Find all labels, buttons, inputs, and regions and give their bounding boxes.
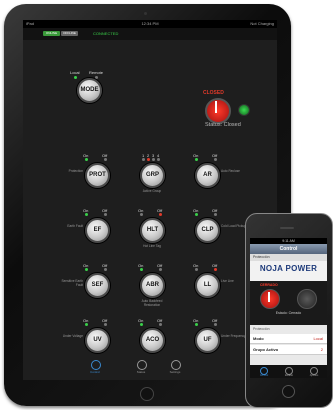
status-battery: Not Charging (250, 21, 274, 26)
clp-knob[interactable]: CLP (195, 218, 220, 243)
function-label: Active Group (142, 189, 162, 193)
breaker-open-button[interactable] (205, 98, 231, 124)
iphone-screen: 9:11 AM Control Protección NOJA POWER CE… (250, 238, 327, 378)
row-value: Local (313, 336, 323, 341)
ll-knob[interactable]: LL (195, 273, 220, 298)
uf-knob[interactable]: UF (195, 328, 220, 353)
function-label: Sensitive Earth Fault (61, 279, 83, 287)
prot-knob[interactable]: PROT (85, 163, 110, 188)
off-led (214, 323, 217, 326)
function-label: Under Voltage (62, 334, 83, 338)
function-label: Live Line (221, 279, 234, 283)
off-led (104, 213, 107, 216)
tab-online[interactable]: ONLINE (43, 31, 60, 36)
off-led (214, 213, 217, 216)
on-led (140, 213, 143, 216)
ipad-status-bar: iPad 12:34 PM Not Charging (23, 20, 277, 28)
noja-logo: NOJA POWER (259, 264, 318, 273)
tab-control-icon[interactable] (91, 360, 101, 370)
iphone-open-button[interactable] (260, 289, 280, 309)
row-value: 2 (320, 347, 323, 352)
on-led (140, 323, 143, 326)
ipad-camera (144, 12, 147, 15)
function-label: Auto Backfeed Restoration (141, 299, 163, 307)
mode-local-label: Local (70, 70, 80, 75)
function-label: Under Frequency (221, 334, 246, 338)
iphone-tab-status[interactable]: Estado (279, 374, 299, 377)
mode-remote-label: Remote (89, 70, 104, 75)
off-led (214, 158, 217, 161)
iphone-section-title: Protección (253, 327, 270, 331)
on-led (85, 213, 88, 216)
iphone-speaker (280, 227, 294, 229)
off-led (159, 323, 162, 326)
group-led (147, 158, 150, 161)
hlt-knob[interactable]: HLT (140, 218, 165, 243)
function-label: Hot Line Tag (143, 244, 161, 248)
off-led (159, 268, 162, 271)
iphone-tab-control[interactable]: Control (254, 374, 274, 377)
on-led (140, 268, 143, 271)
iphone-closed-icon (268, 292, 270, 302)
tab-offline[interactable]: OFFLINE (61, 31, 78, 36)
ipad-home-button[interactable] (140, 387, 154, 401)
iphone-tab-settings[interactable]: Ajustes (304, 374, 324, 377)
off-led (104, 158, 107, 161)
mode-local-led (74, 76, 77, 79)
group-led (157, 158, 160, 161)
mode-knob[interactable]: MODE (77, 78, 102, 103)
tab-status-label[interactable]: Status (131, 370, 151, 374)
aco-knob[interactable]: ACO (140, 328, 165, 353)
tab-status-icon[interactable] (137, 360, 147, 370)
on-led (85, 158, 88, 161)
iphone-row-group[interactable]: Grupo Activo 2 (250, 345, 327, 355)
iphone-subtitle: Protección (250, 254, 327, 261)
function-label: Auto Reclose (221, 169, 240, 173)
iphone-breaker-status: Estado: Cerrado (275, 311, 302, 315)
on-led (195, 213, 198, 216)
grp-knob[interactable]: GRP (140, 163, 165, 188)
abr-knob[interactable]: ABR (140, 273, 165, 298)
tab-settings-icon[interactable] (171, 360, 181, 370)
off-led (214, 268, 217, 271)
tab-settings-label[interactable]: Settings (165, 370, 185, 374)
iphone-home-button[interactable] (282, 385, 295, 398)
breaker-closed-icon (215, 101, 217, 113)
connection-status: CONNECTED (93, 31, 119, 36)
function-label: Earth Fault (67, 224, 83, 228)
function-label: Cold Load Pickup (221, 224, 246, 228)
group-led (142, 158, 145, 161)
breaker-state: CLOSED (203, 90, 224, 96)
iphone-nav-title: Control (250, 244, 327, 254)
tab-control-label[interactable]: Control (85, 370, 105, 374)
iphone-close-button[interactable] (297, 289, 317, 309)
iphone-row-mode[interactable]: Modo Local (250, 334, 327, 344)
sef-knob[interactable]: SEF (85, 273, 110, 298)
on-led (85, 268, 88, 271)
ef-knob[interactable]: EF (85, 218, 110, 243)
row-label: Grupo Activo (253, 347, 279, 352)
uv-knob[interactable]: UV (85, 328, 110, 353)
row-label: Modo (253, 336, 264, 341)
off-led (159, 213, 162, 216)
group-led (152, 158, 155, 161)
on-led (195, 323, 198, 326)
status-time: 12:34 PM (141, 21, 159, 26)
breaker-status: Status: Closed (205, 122, 241, 128)
off-led (104, 268, 107, 271)
off-led (104, 323, 107, 326)
ipad-screen: iPad 12:34 PM Not Charging ONLINE OFFLIN… (23, 20, 277, 380)
ar-knob[interactable]: AR (195, 163, 220, 188)
breaker-close-button[interactable] (238, 104, 250, 116)
on-led (195, 158, 198, 161)
on-led (85, 323, 88, 326)
on-led (195, 268, 198, 271)
iphone-breaker-state: CERRADO (260, 283, 278, 287)
function-label: Protection (68, 169, 83, 173)
